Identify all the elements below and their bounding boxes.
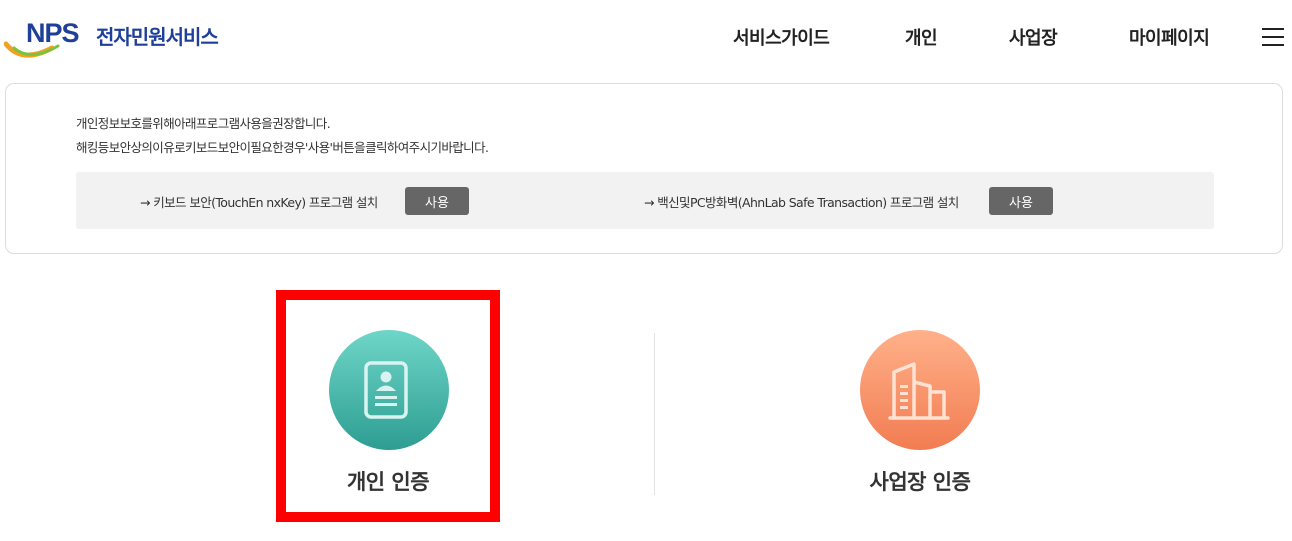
id-card-icon xyxy=(364,361,408,419)
main-nav: 서비스가이드 개인 사업장 마이페이지 xyxy=(0,24,1292,54)
business-auth-circle[interactable] xyxy=(860,330,980,450)
business-auth-card[interactable]: 사업장 인증 xyxy=(807,290,1031,522)
nav-item-personal[interactable]: 개인 xyxy=(905,24,938,50)
business-auth-label[interactable]: 사업장 인증 xyxy=(807,466,1033,496)
building-icon xyxy=(888,362,950,420)
site-header: NPS 전자민원서비스 서비스가이드 개인 사업장 마이페이지 xyxy=(0,0,1292,75)
use-button-keyboard-security[interactable]: 사용 xyxy=(405,187,469,215)
nav-item-business[interactable]: 사업장 xyxy=(1009,24,1058,50)
auth-divider xyxy=(654,333,655,495)
nav-item-service-guide[interactable]: 서비스가이드 xyxy=(733,24,830,50)
install-program-bar: → 키보드 보안(TouchEn nxKey) 프로그램 설치 사용 → 백신및… xyxy=(76,172,1214,229)
install-label-keyboard-security: → 키보드 보안(TouchEn nxKey) 프로그램 설치 xyxy=(140,195,378,210)
personal-auth-card[interactable]: 개인 인증 xyxy=(276,290,500,522)
personal-auth-circle[interactable] xyxy=(329,330,449,450)
hamburger-menu-icon[interactable] xyxy=(1262,28,1284,46)
nav-item-mypage[interactable]: 마이페이지 xyxy=(1129,24,1210,50)
notice-text-recommend: 개인정보보호를위해아래프로그램사용을권장합니다. xyxy=(76,116,331,131)
notice-text-instruction: 해킹등보안상의이유로키보드보안이필요한경우'사용'버튼을클릭하여주시기바랍니다. xyxy=(76,140,489,155)
use-button-antivirus-firewall[interactable]: 사용 xyxy=(989,187,1053,215)
install-label-antivirus-firewall: → 백신및PC방화벽(AhnLab Safe Transaction) 프로그램… xyxy=(644,195,959,210)
security-notice-box: 개인정보보호를위해아래프로그램사용을권장합니다. 해킹등보안상의이유로키보드보안… xyxy=(5,83,1283,254)
auth-selection: 개인 인증 사업장 인증 xyxy=(0,290,1292,530)
personal-auth-label[interactable]: 개인 인증 xyxy=(276,466,500,496)
